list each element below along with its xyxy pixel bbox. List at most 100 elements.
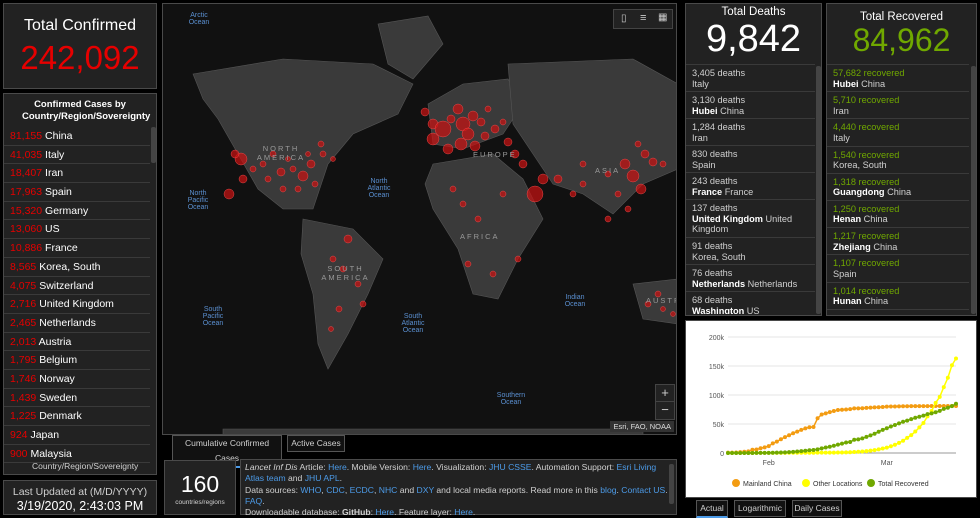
series-point	[897, 440, 901, 445]
recovered-list-item[interactable]: 1,107 recovered Spain	[827, 255, 969, 283]
confirmed-list-item[interactable]: 10,886 France	[4, 239, 150, 258]
confirmed-list-item[interactable]: 18,407 Iran	[4, 164, 150, 184]
case-bubble	[311, 180, 319, 188]
deaths-scrollbar[interactable]	[816, 66, 821, 314]
contact-link[interactable]: Contact US	[621, 485, 665, 495]
country-name: Korea, South	[39, 260, 101, 273]
confirmed-list-item[interactable]: 2,716 United Kingdom	[4, 295, 150, 314]
confirmed-list-item[interactable]: 17,963 Spain	[4, 183, 150, 202]
deaths-list-item[interactable]: 3,405 deaths Italy	[686, 65, 815, 92]
series-point	[909, 433, 914, 438]
series-point	[848, 407, 853, 412]
recovered-list-item[interactable]: 1,014 recovered Hunan China	[827, 283, 969, 310]
zoom-out-button[interactable]: −	[656, 402, 674, 419]
case-bubble	[604, 215, 612, 223]
tab-actual[interactable]: Actual	[696, 500, 728, 518]
case-bubble	[490, 124, 500, 134]
confirmed-count: 2,013	[10, 335, 37, 348]
recovered-list-item[interactable]: 1,250 recovered Henan China	[827, 201, 969, 229]
cases-over-time-chart[interactable]: 0 50k 100k 150k 200k Feb Mar Mainland China Othe…	[686, 321, 976, 497]
tab-logarithmic[interactable]: Logarithmic	[734, 500, 786, 517]
deaths-list-item[interactable]: 1,284 deaths Iran	[686, 119, 815, 146]
who-link[interactable]: WHO	[300, 485, 321, 495]
basemap-gallery-icon[interactable]: ▦	[658, 12, 667, 23]
series-point	[864, 449, 869, 454]
tab-daily-cases[interactable]: Daily Cases	[792, 500, 842, 517]
map-panel[interactable]: Arctic Ocean NORTH AMERICA North Atlanti…	[162, 3, 677, 435]
series-point	[933, 410, 938, 415]
recovered-list-item[interactable]: 1,540 recovered Korea, South	[827, 147, 969, 174]
dxy-link[interactable]: DXY	[417, 485, 435, 495]
country-name: Belgium	[39, 354, 78, 367]
recovered-list-item[interactable]: 1,318 recovered Guangdong China	[827, 174, 969, 201]
case-bubble	[503, 137, 513, 147]
github-link[interactable]: Here	[375, 507, 394, 517]
deaths-list-item[interactable]: 137 deaths United Kingdom United Kingdom	[686, 200, 815, 238]
deaths-list[interactable]: 3,405 deaths Italy 3,130 deaths Hubei China…	[686, 64, 815, 314]
case-bubble	[249, 165, 257, 173]
confirmed-list-item[interactable]: 924 Japan	[4, 426, 150, 445]
deaths-list-item[interactable]: 3,130 deaths Hubei China	[686, 92, 815, 119]
confirmed-count: 41,035	[10, 148, 43, 161]
confirmed-list-footer[interactable]: Country/Region/Sovereignty	[32, 461, 138, 471]
country-name: Switzerland	[39, 279, 94, 292]
country-name: Sweden	[39, 391, 78, 404]
recovered-scrollbar[interactable]	[971, 66, 976, 314]
confirmed-list[interactable]: 81,155 China 41,035 Italy 18,407 Iran 17,96…	[4, 127, 150, 463]
nhc-link[interactable]: NHC	[379, 485, 398, 495]
country-name: Norway	[39, 372, 75, 385]
series-point	[831, 408, 836, 413]
deaths-list-item[interactable]: 830 deaths Spain	[686, 146, 815, 173]
world-map[interactable]	[163, 4, 677, 435]
info-scrollbar[interactable]	[669, 464, 674, 504]
confirmed-list-item[interactable]: 4,075 Switzerland	[4, 277, 150, 296]
deaths-list-item[interactable]: 243 deaths France France	[686, 173, 815, 200]
series-point	[892, 423, 897, 428]
location-name: Washington US	[692, 305, 760, 315]
jhu-apl-link[interactable]: JHU APL	[305, 473, 340, 483]
list-icon[interactable]: ≡	[640, 12, 646, 24]
label-europe: EUROPE	[473, 150, 517, 159]
deaths-list-item[interactable]: 68 deaths Washington US	[686, 292, 815, 314]
blog-link[interactable]: blog	[600, 485, 616, 495]
recovered-list-item[interactable]: 4,440 recovered Italy	[827, 119, 969, 147]
mobile-link[interactable]: Here	[413, 462, 432, 472]
confirmed-list-item[interactable]: 41,035 Italy	[4, 146, 150, 165]
label-asia: ASIA	[595, 166, 621, 175]
confirmed-list-item[interactable]: 1,439 Sweden	[4, 389, 150, 408]
country-name: France	[45, 242, 78, 255]
confirmed-count: 900	[10, 447, 28, 460]
case-bubble	[434, 120, 452, 138]
deaths-list-item[interactable]: 91 deaths Korea, South	[686, 238, 815, 265]
confirmed-list-item[interactable]: 15,320 Germany	[4, 202, 150, 221]
feature-layer-link[interactable]: Here	[454, 507, 473, 517]
recovered-count: 57,682 recovered	[833, 68, 905, 78]
confirmed-list-item[interactable]: 2,465 Netherlands	[4, 314, 150, 333]
confirmed-list-item[interactable]: 1,225 Denmark	[4, 407, 150, 426]
confirmed-list-item[interactable]: 81,155 China	[4, 127, 150, 146]
series-point	[840, 441, 844, 446]
jhu-csse-link[interactable]: JHU CSSE	[489, 462, 532, 472]
zoom-in-button[interactable]: +	[656, 385, 674, 402]
confirmed-list-item[interactable]: 13,060 US	[4, 220, 150, 240]
deaths-list-item[interactable]: 76 deaths Netherlands Netherlands	[686, 265, 815, 292]
cdc-link[interactable]: CDC	[326, 485, 345, 495]
confirmed-list-item[interactable]: 1,795 Belgium	[4, 351, 150, 370]
faq-link[interactable]: FAQ	[245, 496, 262, 506]
tab-active-cases[interactable]: Active Cases	[287, 435, 345, 452]
recovered-list-item[interactable]: 1,217 recovered Zhejiang China	[827, 228, 969, 256]
lancet-link[interactable]: Here	[328, 462, 347, 472]
recovered-list[interactable]: 57,682 recovered Hubei China 5,710 recover…	[827, 64, 969, 314]
series-point	[783, 435, 787, 440]
confirmed-list-item[interactable]: 1,746 Norway	[4, 370, 150, 389]
confirmed-count: 924	[10, 429, 28, 441]
case-bubble	[317, 140, 325, 148]
confirmed-list-scrollbar[interactable]	[151, 127, 156, 163]
ecdc-link[interactable]: ECDC	[350, 485, 374, 495]
recovered-list-item[interactable]: 5,710 recovered Iran	[827, 92, 969, 120]
bookmark-icon[interactable]: ▯	[621, 13, 627, 24]
confirmed-list-item[interactable]: 8,565 Korea, South	[4, 258, 150, 277]
confirmed-list-item[interactable]: 2,013 Austria	[4, 333, 150, 352]
recovered-list-item[interactable]: 57,682 recovered Hubei China	[827, 65, 969, 93]
chart-ytick: 100k	[709, 393, 725, 400]
